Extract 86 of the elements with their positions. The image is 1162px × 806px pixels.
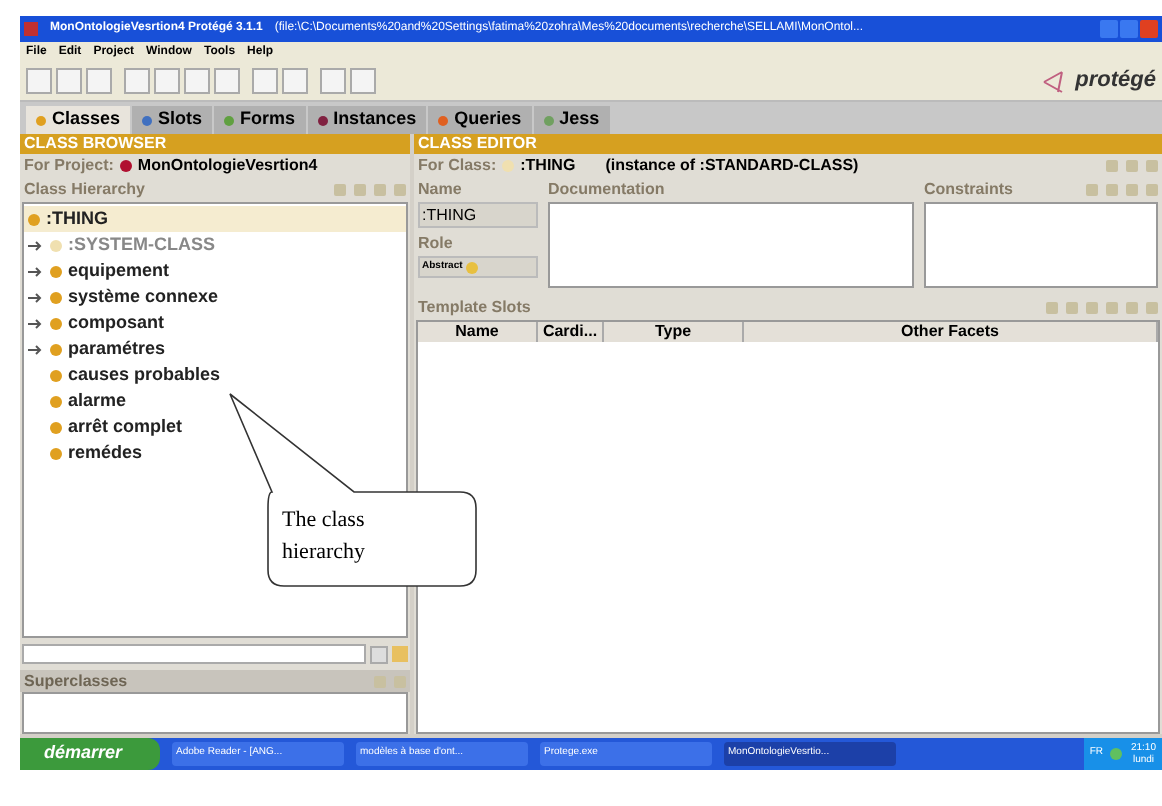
- constraints-label: Constraints: [924, 178, 1013, 202]
- tree-item[interactable]: composant: [24, 310, 406, 336]
- name-label: Name: [418, 178, 464, 202]
- column-header[interactable]: Other Facets: [744, 322, 1158, 342]
- template-slots-label: Template Slots: [418, 295, 531, 319]
- toolbar-button[interactable]: [184, 68, 210, 94]
- start-button[interactable]: démarrer: [20, 738, 160, 770]
- expand-arrow-icon[interactable]: [28, 317, 44, 329]
- panel-header: CLASS BROWSER: [20, 134, 410, 154]
- app-icon: [24, 22, 38, 36]
- class-icon: [50, 239, 62, 251]
- tab[interactable]: Instances: [307, 106, 427, 134]
- minimize-button[interactable]: [1100, 20, 1118, 38]
- tree-item-label: paramétres: [68, 335, 166, 362]
- column-header[interactable]: Name: [418, 322, 538, 342]
- maximize-button[interactable]: [1120, 20, 1138, 38]
- project-icon: [119, 160, 132, 172]
- tree-item[interactable]: alarme: [24, 388, 406, 414]
- class-icon: [50, 421, 62, 433]
- class-icon: [50, 343, 62, 355]
- tree-item[interactable]: arrêt complet: [24, 414, 406, 440]
- toolbar-button[interactable]: [320, 68, 346, 94]
- tab[interactable]: Classes: [26, 106, 131, 134]
- class-icon: [50, 447, 62, 459]
- tree-item-label: :THING: [46, 205, 108, 232]
- class-icon: [50, 265, 62, 277]
- toolbar-button[interactable]: [252, 68, 278, 94]
- expand-arrow-icon[interactable]: [28, 265, 44, 277]
- toolbar-button[interactable]: [56, 68, 82, 94]
- column-header[interactable]: Cardi...: [538, 322, 604, 342]
- tree-item-label: composant: [68, 309, 165, 336]
- class-icon: [50, 395, 62, 407]
- class-name: :THING: [520, 154, 576, 178]
- toolbar-button[interactable]: [154, 68, 180, 94]
- toolbar-button[interactable]: [282, 68, 308, 94]
- documentation-field[interactable]: [548, 202, 914, 288]
- toolbar-button[interactable]: [124, 68, 150, 94]
- tree-item[interactable]: paramétres: [24, 336, 406, 362]
- tab[interactable]: Jess: [533, 106, 610, 134]
- class-icon: [50, 317, 62, 329]
- project-name: MonOntologieVesrtion4: [137, 154, 318, 178]
- class-icon: [50, 291, 62, 303]
- class-icon: [502, 160, 515, 172]
- tree-item-label: système connexe: [68, 283, 219, 310]
- close-button[interactable]: [1140, 20, 1158, 38]
- tree-item-label: remédes: [68, 439, 143, 466]
- instance-of-text: (instance of :STANDARD-CLASS): [605, 154, 859, 178]
- expand-arrow-icon[interactable]: [28, 343, 44, 355]
- class-icon: [28, 213, 40, 225]
- toolbar-button[interactable]: [214, 68, 240, 94]
- expand-arrow-icon[interactable]: [28, 291, 44, 303]
- tree-item-label: alarme: [68, 387, 127, 414]
- tree-item[interactable]: :THING: [24, 206, 406, 232]
- tree-item[interactable]: :SYSTEM-CLASS: [24, 232, 406, 258]
- documentation-label: Documentation: [548, 178, 667, 202]
- tree-item[interactable]: equipement: [24, 258, 406, 284]
- role-label: Role: [418, 232, 455, 256]
- toolbar-button[interactable]: [86, 68, 112, 94]
- name-field[interactable]: :THING: [418, 202, 538, 228]
- tab[interactable]: Forms: [214, 106, 306, 134]
- tree-item[interactable]: système connexe: [24, 284, 406, 310]
- hierarchy-label: Class Hierarchy: [24, 178, 145, 202]
- tray-icon: [1110, 748, 1123, 760]
- search-field[interactable]: [22, 644, 366, 664]
- tree-item-label: arrêt complet: [68, 413, 183, 440]
- toolbar-button[interactable]: [350, 68, 376, 94]
- tree-item-label: causes probables: [68, 361, 221, 388]
- project-label: For Project:: [24, 154, 114, 178]
- superclasses-label: Superclasses: [24, 669, 128, 693]
- column-header[interactable]: Type: [604, 322, 744, 342]
- tree-item-label: :SYSTEM-CLASS: [68, 231, 216, 258]
- constraints-field[interactable]: [924, 202, 1158, 288]
- class-icon: [466, 261, 479, 273]
- dropdown-button[interactable]: [370, 645, 388, 663]
- class-label: For Class:: [418, 154, 497, 178]
- expand-arrow-icon[interactable]: [28, 239, 44, 251]
- callout-text: The class hierarchy: [282, 506, 368, 568]
- panel-header: CLASS EDITOR: [414, 134, 1162, 154]
- logo-text: protégé: [1075, 66, 1156, 97]
- tree-item[interactable]: causes probables: [24, 362, 406, 388]
- class-icon: [50, 369, 62, 381]
- tab[interactable]: Queries: [428, 106, 532, 134]
- tree-item-label: equipement: [68, 257, 170, 284]
- tab[interactable]: Slots: [132, 106, 213, 134]
- toolbar-button[interactable]: [26, 68, 52, 94]
- tree-item[interactable]: remédes: [24, 440, 406, 466]
